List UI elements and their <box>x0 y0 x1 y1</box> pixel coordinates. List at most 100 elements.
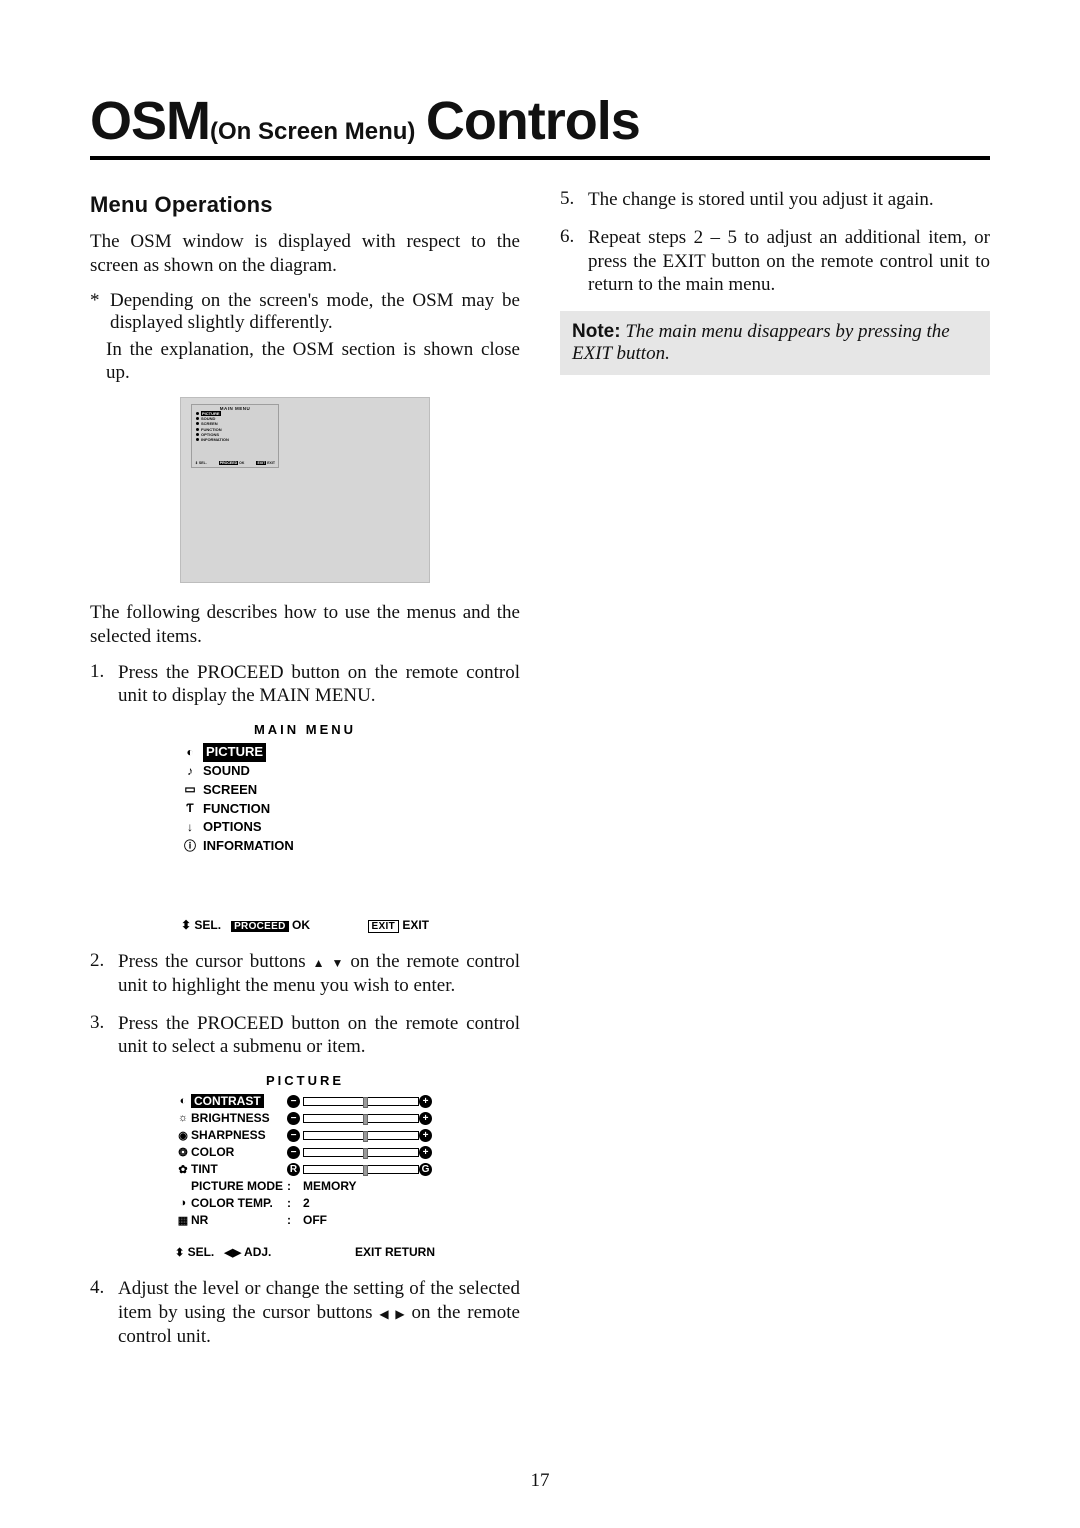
picture-row-label: PICTURE MODE <box>191 1179 287 1193</box>
columns: Menu Operations The OSM window is displa… <box>90 188 990 1362</box>
picture-row-icon: ❂ <box>175 1146 191 1159</box>
step-4: 4. Adjust the level or change the settin… <box>90 1277 520 1348</box>
mini-item-icon <box>196 438 199 441</box>
osm-main-item: ♪ SOUND <box>183 762 429 781</box>
mini-item-icon <box>196 412 199 415</box>
mini-exit: EXIT EXIT <box>256 461 275 465</box>
picture-row-icon: ◉ <box>175 1129 191 1142</box>
tv-screen: MAIN MENU PICTURESOUNDSCREENFUNCTIONOPTI… <box>180 397 430 583</box>
slider-thumb <box>363 1114 368 1125</box>
picture-row-icon: ✿ <box>175 1163 191 1176</box>
minus-icon: − <box>287 1129 300 1142</box>
title-big-1: OSM <box>90 91 210 151</box>
note-text: The main menu disappears by pressing the… <box>572 321 950 364</box>
step-3: 3.Press the PROCEED button on the remote… <box>90 1012 520 1060</box>
note-label: Note: <box>572 321 621 342</box>
mini-item-icon <box>196 433 199 436</box>
mini-sel: ⇕ SEL. <box>195 461 207 465</box>
note-box: Note: The main menu disappears by pressi… <box>560 311 990 375</box>
footer-adj: ◀▶ ADJ. <box>224 1245 271 1259</box>
picture-row-icon: ◐ <box>175 1095 191 1107</box>
menu-item-icon: ◐ <box>183 744 197 761</box>
title-sub: (On Screen Menu) <box>210 118 415 145</box>
slider-thumb <box>363 1148 368 1159</box>
menu-item-icon: ▭ <box>183 781 197 798</box>
slider-thumb <box>363 1165 368 1176</box>
osm-mini-window: MAIN MENU PICTURESOUNDSCREENFUNCTIONOPTI… <box>191 404 279 468</box>
minus-icon: − <box>287 1095 300 1108</box>
osm-main-menu: MAIN MENU ◐ PICTURE ♪ SOUND ▭ SCREENƬFUNCTION… <box>181 722 429 932</box>
osm-main-item: ⓘ INFORMATION <box>183 837 429 856</box>
mini-item-icon <box>196 422 199 425</box>
menu-item-label: SOUND <box>203 762 250 781</box>
step-5: 5.The change is stored until you adjust … <box>560 188 990 212</box>
page-title: OSM(On Screen Menu) Controls <box>90 90 990 160</box>
picture-row-icon: ▦ <box>175 1214 191 1227</box>
menu-item-icon: ↓ <box>183 819 197 836</box>
picture-row-value: OFF <box>303 1213 435 1227</box>
mini-item-icon <box>196 428 199 431</box>
after-diagram: The following describes how to use the m… <box>90 601 520 649</box>
picture-row-label: TINT <box>191 1162 287 1176</box>
minus-icon: − <box>287 1146 300 1159</box>
minus-icon: − <box>287 1112 300 1125</box>
osm-main-item: ▭ SCREEN <box>183 781 429 800</box>
menu-item-label: SCREEN <box>203 781 257 800</box>
cap-g-icon: G <box>419 1163 432 1176</box>
footer-return: EXIT RETURN <box>355 1245 435 1259</box>
colon: : <box>287 1179 303 1193</box>
menu-item-label: FUNCTION <box>203 800 270 819</box>
osm-picture-title: PICTURE <box>175 1073 435 1088</box>
mini-item-label: INFORMATION <box>201 437 229 442</box>
osm-mini-footer: ⇕ SEL. PROCEED OK EXIT EXIT <box>195 461 275 465</box>
step-1: 1.Press the PROCEED button on the remote… <box>90 661 520 709</box>
menu-item-label: PICTURE <box>203 743 266 762</box>
plus-icon: + <box>419 1129 432 1142</box>
slider-track <box>303 1097 419 1106</box>
osm-mini-item: INFORMATION <box>192 437 278 442</box>
colon: : <box>287 1196 303 1210</box>
step-2: 2. Press the cursor buttons ▲ ▼ on the r… <box>90 950 520 998</box>
picture-row-value: MEMORY <box>303 1179 435 1193</box>
osm-main-item: ◐ PICTURE <box>183 743 429 762</box>
picture-menu-diagram: PICTURE ◐CONTRAST−+☼BRIGHTNESS−+◉SHARPNE… <box>90 1073 520 1259</box>
footnote-text: Depending on the screen's mode, the OSM … <box>110 290 520 334</box>
picture-row-label: CONTRAST <box>191 1094 287 1108</box>
slider-track <box>303 1114 419 1123</box>
menu-item-label: OPTIONS <box>203 818 262 837</box>
steps-list-right: 5.The change is stored until you adjust … <box>560 188 990 297</box>
footer-sel: ⬍ SEL. <box>175 1245 214 1259</box>
left-triangle-icon: ◀ <box>379 1308 388 1320</box>
steps-list-3: 4. Adjust the level or change the settin… <box>90 1277 520 1348</box>
screen-diagram: MAIN MENU PICTURESOUNDSCREENFUNCTIONOPTI… <box>90 397 520 583</box>
footer-sel: ⬍ SEL. <box>181 918 221 932</box>
plus-icon: + <box>419 1095 432 1108</box>
page-number: 17 <box>0 1470 1080 1492</box>
slider-thumb <box>363 1131 368 1142</box>
osm-main-item: ƬFUNCTION <box>183 800 429 819</box>
colon: : <box>287 1213 303 1227</box>
left-column: Menu Operations The OSM window is displa… <box>90 188 520 1362</box>
menu-item-icon: ♪ <box>183 763 197 780</box>
picture-row-icon: ☼ <box>175 1112 191 1124</box>
intro-paragraph: The OSM window is displayed with respect… <box>90 230 520 278</box>
picture-row-value: 2 <box>303 1196 435 1210</box>
menu-item-icon: ⓘ <box>183 838 197 855</box>
mini-item-icon <box>196 417 199 420</box>
osm-main-item: ↓ OPTIONS <box>183 818 429 837</box>
up-triangle-icon: ▲ <box>313 957 325 969</box>
footnote-followup: In the explanation, the OSM section is s… <box>106 338 520 386</box>
picture-row-icon: ◑ <box>175 1197 191 1209</box>
picture-row-label: NR <box>191 1213 287 1227</box>
osm-main-title: MAIN MENU <box>181 722 429 737</box>
mini-proceed: PROCEED OK <box>219 461 245 465</box>
slider-track <box>303 1148 419 1157</box>
picture-row-label: SHARPNESS <box>191 1128 287 1142</box>
cap-r-icon: R <box>287 1163 300 1176</box>
footnote-line: * Depending on the screen's mode, the OS… <box>90 290 520 334</box>
picture-row-label: COLOR <box>191 1145 287 1159</box>
right-triangle-icon: ▶ <box>395 1308 404 1320</box>
title-big-2: Controls <box>426 91 640 151</box>
menu-item-label: INFORMATION <box>203 837 294 856</box>
steps-list-2: 2. Press the cursor buttons ▲ ▼ on the r… <box>90 950 520 1059</box>
